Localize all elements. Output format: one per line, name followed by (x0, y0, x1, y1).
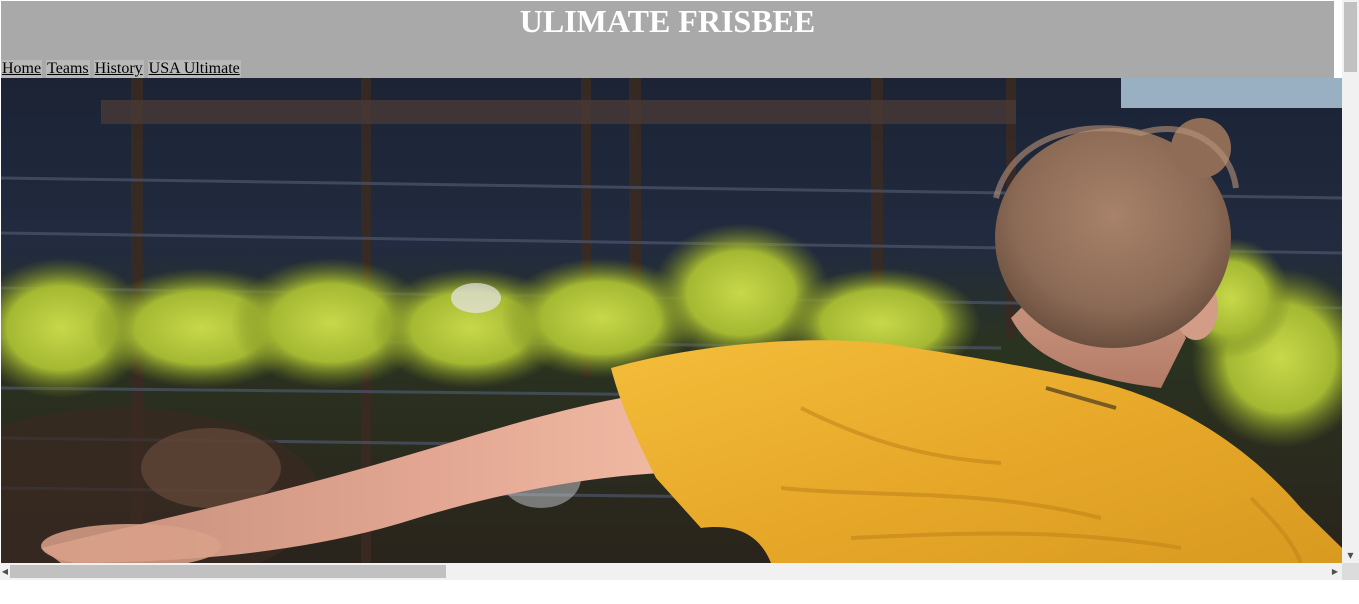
hero-image (1, 78, 1342, 563)
horizontal-scrollbar[interactable]: ◀ ▶ (0, 563, 1342, 580)
vertical-scrollbar[interactable]: ▼ (1342, 0, 1359, 563)
chevron-right-icon[interactable]: ▶ (1330, 563, 1340, 580)
chevron-left-icon[interactable]: ◀ (0, 563, 10, 580)
page-viewport: ULIMATE FRISBEE Home Teams History USA U… (0, 0, 1342, 563)
vertical-scrollbar-thumb[interactable] (1344, 2, 1357, 72)
chevron-down-icon[interactable]: ▼ (1342, 551, 1359, 561)
nav-link-history[interactable]: History (93, 60, 144, 78)
frisbee-player-photo (1, 78, 1342, 563)
main-nav: Home Teams History USA Ultimate (1, 60, 241, 78)
site-title: ULIMATE FRISBEE (519, 3, 816, 39)
nav-link-home[interactable]: Home (1, 60, 43, 78)
nav-link-usa-ultimate[interactable]: USA Ultimate (147, 60, 241, 78)
scrollbar-corner (1342, 563, 1359, 580)
nav-link-teams[interactable]: Teams (46, 60, 90, 78)
horizontal-scrollbar-thumb[interactable] (10, 565, 446, 578)
site-header: ULIMATE FRISBEE Home Teams History USA U… (1, 1, 1334, 78)
